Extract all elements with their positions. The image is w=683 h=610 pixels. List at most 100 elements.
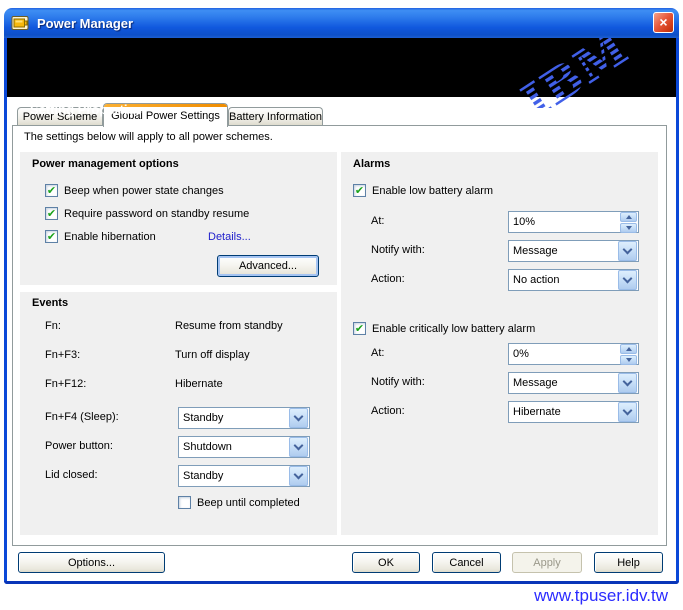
spinbox-value: 10% bbox=[509, 216, 619, 228]
ok-button[interactable]: OK bbox=[352, 552, 420, 573]
select-value: Hibernate bbox=[509, 406, 617, 418]
options-button[interactable]: Options... bbox=[18, 552, 165, 573]
arrow-down-icon bbox=[626, 226, 632, 230]
select-dropdown-button[interactable] bbox=[618, 270, 637, 290]
checkbox-enable-hibernation[interactable]: Enable hibernation bbox=[45, 230, 156, 243]
spinner-up-button[interactable] bbox=[620, 344, 637, 354]
low-notify-label: Notify with: bbox=[371, 244, 425, 256]
power-button-select[interactable]: Shutdown bbox=[178, 436, 310, 458]
tab-battery-information[interactable]: Battery Information bbox=[228, 107, 323, 125]
low-action-select[interactable]: No action bbox=[508, 269, 639, 291]
apply-button[interactable]: Apply bbox=[512, 552, 582, 573]
tab-label: Battery Information bbox=[229, 111, 322, 123]
cancel-button[interactable]: Cancel bbox=[432, 552, 501, 573]
event-label-fn-f4: Fn+F4 (Sleep): bbox=[45, 411, 119, 423]
critical-at-spinbox[interactable]: 0% bbox=[508, 343, 639, 365]
checkbox-icon bbox=[45, 230, 58, 243]
titlebar: Power Manager × bbox=[4, 8, 679, 38]
event-label-fn-f3: Fn+F3: bbox=[45, 349, 80, 361]
checkbox-label: Enable critically low battery alarm bbox=[372, 323, 535, 335]
checkbox-label: Enable hibernation bbox=[64, 231, 156, 243]
chevron-down-icon bbox=[294, 470, 304, 480]
select-dropdown-button[interactable] bbox=[289, 408, 308, 428]
advanced-button[interactable]: Advanced... bbox=[217, 255, 319, 277]
select-dropdown-button[interactable] bbox=[289, 437, 308, 457]
window-title: Power Manager bbox=[37, 16, 133, 31]
window-border-left bbox=[4, 36, 7, 584]
spinner-up-button[interactable] bbox=[620, 212, 637, 222]
spinbox-value: 0% bbox=[509, 348, 619, 360]
spinner-down-button[interactable] bbox=[620, 223, 637, 233]
checkbox-beep-until-completed[interactable]: Beep until completed bbox=[178, 496, 300, 509]
checkbox-label: Beep until completed bbox=[197, 497, 300, 509]
critical-notify-select[interactable]: Message bbox=[508, 372, 639, 394]
low-notify-select[interactable]: Message bbox=[508, 240, 639, 262]
svg-text:IBM: IBM bbox=[512, 28, 637, 108]
arrow-down-icon bbox=[626, 358, 632, 362]
event-label-lid-closed: Lid closed: bbox=[45, 469, 98, 481]
help-button[interactable]: Help bbox=[594, 552, 663, 573]
battery-icon bbox=[11, 13, 31, 33]
select-value: Message bbox=[509, 245, 617, 257]
banner: Setting Properties IBM bbox=[4, 38, 679, 97]
checkbox-beep-power-state[interactable]: Beep when power state changes bbox=[45, 184, 224, 197]
select-value: Standby bbox=[179, 412, 288, 424]
lid-closed-select[interactable]: Standby bbox=[178, 465, 310, 487]
close-button[interactable]: × bbox=[653, 12, 674, 33]
select-value: Message bbox=[509, 377, 617, 389]
ibm-logo: IBM bbox=[490, 28, 665, 108]
power-management-options-heading: Power management options bbox=[32, 158, 179, 170]
alarms-heading: Alarms bbox=[353, 158, 390, 170]
watermark-text: www.tpuser.idv.tw bbox=[534, 586, 668, 606]
window-border-right bbox=[676, 36, 679, 584]
checkbox-label: Beep when power state changes bbox=[64, 185, 224, 197]
checkbox-label: Require password on standby resume bbox=[64, 208, 249, 220]
checkbox-icon bbox=[353, 322, 366, 335]
event-value-fn-f12: Hibernate bbox=[175, 378, 223, 390]
intro-text: The settings below will apply to all pow… bbox=[24, 131, 273, 143]
select-value: No action bbox=[509, 274, 617, 286]
low-at-label: At: bbox=[371, 215, 384, 227]
details-link[interactable]: Details... bbox=[208, 231, 251, 243]
select-dropdown-button[interactable] bbox=[618, 241, 637, 261]
checkbox-icon bbox=[353, 184, 366, 197]
chevron-down-icon bbox=[623, 377, 633, 387]
banner-title: Setting Properties bbox=[30, 102, 142, 117]
checkbox-icon bbox=[45, 207, 58, 220]
window-border-bottom bbox=[4, 581, 679, 584]
low-at-spinbox[interactable]: 10% bbox=[508, 211, 639, 233]
checkbox-label: Enable low battery alarm bbox=[372, 185, 493, 197]
checkbox-icon bbox=[45, 184, 58, 197]
fn-f4-sleep-select[interactable]: Standby bbox=[178, 407, 310, 429]
checkbox-enable-low-battery-alarm[interactable]: Enable low battery alarm bbox=[353, 184, 493, 197]
select-dropdown-button[interactable] bbox=[618, 373, 637, 393]
chevron-down-icon bbox=[294, 412, 304, 422]
chevron-down-icon bbox=[623, 245, 633, 255]
critical-action-select[interactable]: Hibernate bbox=[508, 401, 639, 423]
checkbox-icon bbox=[178, 496, 191, 509]
events-heading: Events bbox=[32, 297, 68, 309]
select-value: Standby bbox=[179, 470, 288, 482]
chevron-down-icon bbox=[623, 274, 633, 284]
close-icon: × bbox=[659, 14, 667, 30]
event-value-fn-f3: Turn off display bbox=[175, 349, 250, 361]
checkbox-enable-critical-battery-alarm[interactable]: Enable critically low battery alarm bbox=[353, 322, 535, 335]
critical-action-label: Action: bbox=[371, 405, 405, 417]
chevron-down-icon bbox=[294, 441, 304, 451]
event-label-power-button: Power button: bbox=[45, 440, 113, 452]
low-action-label: Action: bbox=[371, 273, 405, 285]
select-dropdown-button[interactable] bbox=[289, 466, 308, 486]
critical-notify-label: Notify with: bbox=[371, 376, 425, 388]
checkbox-require-password[interactable]: Require password on standby resume bbox=[45, 207, 249, 220]
critical-at-label: At: bbox=[371, 347, 384, 359]
arrow-up-icon bbox=[626, 347, 632, 351]
event-label-fn: Fn: bbox=[45, 320, 61, 332]
select-value: Shutdown bbox=[179, 441, 288, 453]
event-value-fn: Resume from standby bbox=[175, 320, 283, 332]
power-manager-window: Power Manager × Setting Properties IBM P… bbox=[4, 8, 679, 584]
event-label-fn-f12: Fn+F12: bbox=[45, 378, 86, 390]
select-dropdown-button[interactable] bbox=[618, 402, 637, 422]
arrow-up-icon bbox=[626, 215, 632, 219]
chevron-down-icon bbox=[623, 406, 633, 416]
spinner-down-button[interactable] bbox=[620, 355, 637, 365]
